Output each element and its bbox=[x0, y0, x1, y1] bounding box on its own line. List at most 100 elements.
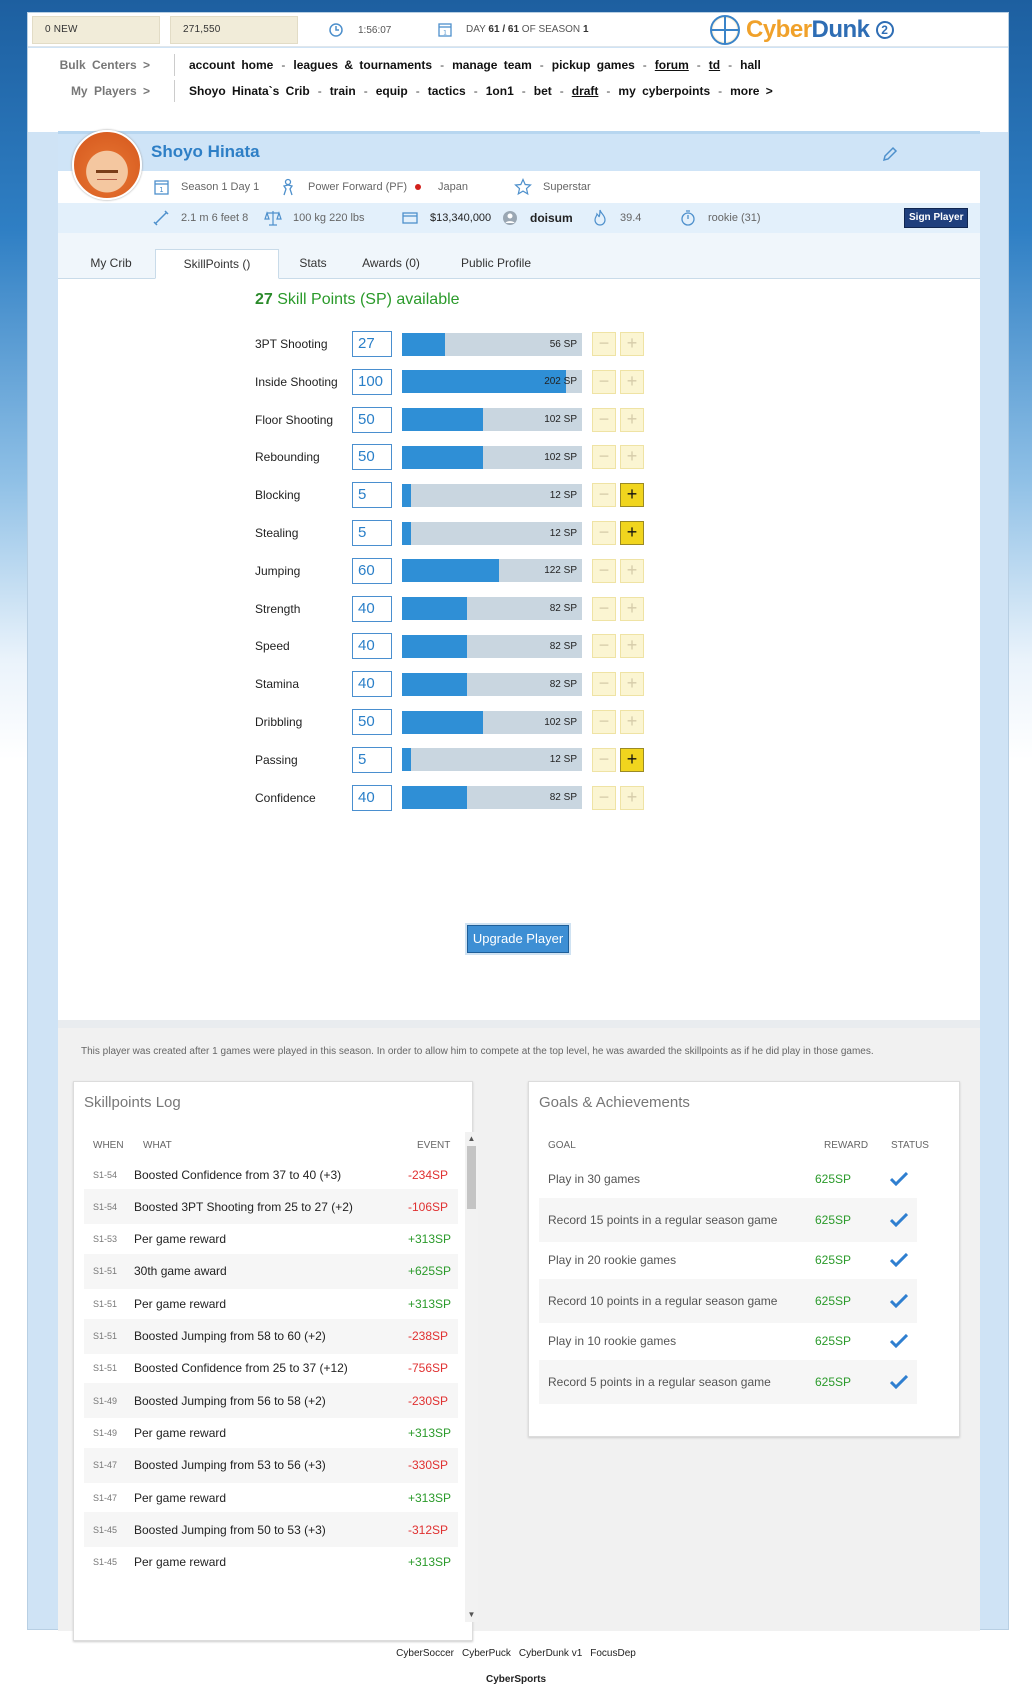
plus-icon[interactable]: + bbox=[620, 634, 644, 659]
menu-link-draft[interactable]: draft bbox=[572, 84, 599, 98]
footer-brand[interactable]: CyberSports bbox=[0, 1674, 1032, 1685]
minus-icon[interactable]: − bbox=[592, 710, 616, 734]
skill-value-field[interactable]: 50 bbox=[352, 444, 392, 471]
scroll-thumb[interactable] bbox=[467, 1146, 476, 1209]
log-scrollbar[interactable]: ▲ ▼ bbox=[465, 1132, 478, 1622]
player-info-row-2: 2.1 m 6 feet 8 100 kg 220 lbs $13,340,00… bbox=[58, 203, 980, 233]
goal-reward: 625SP bbox=[815, 1253, 852, 1267]
footer-link-focusdep[interactable]: FocusDep bbox=[590, 1648, 636, 1659]
plus-icon[interactable]: + bbox=[620, 558, 644, 583]
minus-icon[interactable]: − bbox=[592, 483, 616, 508]
skill-value-field[interactable]: 100 bbox=[352, 368, 392, 395]
menu-link-forum[interactable]: forum bbox=[655, 58, 689, 72]
menu-link-account-home[interactable]: account home bbox=[189, 58, 273, 72]
footer-link-cybersoccer[interactable]: CyberSoccer bbox=[396, 1648, 454, 1659]
plus-icon[interactable]: + bbox=[620, 332, 644, 356]
skill-value-field[interactable]: 40 bbox=[352, 671, 392, 698]
minus-icon[interactable]: − bbox=[592, 596, 616, 621]
tab-skillpoints[interactable]: SkillPoints () bbox=[155, 249, 279, 279]
menu-link-train[interactable]: train bbox=[330, 84, 356, 98]
goal-reward: 625SP bbox=[815, 1212, 852, 1227]
plus-icon[interactable]: + bbox=[620, 596, 644, 621]
menu-link-hall[interactable]: hall bbox=[740, 58, 761, 72]
skill-value-field[interactable]: 50 bbox=[352, 406, 392, 433]
plus-icon[interactable]: + bbox=[620, 483, 644, 508]
footer-link-cyberdunk-v1[interactable]: CyberDunk v1 bbox=[519, 1648, 582, 1659]
my-players-link[interactable]: My Players > bbox=[28, 84, 174, 98]
plus-icon[interactable]: + bbox=[620, 785, 644, 810]
info-owner[interactable]: doisum bbox=[500, 210, 573, 226]
minus-icon[interactable]: − bbox=[592, 672, 616, 697]
sign-player-button[interactable]: Sign Player bbox=[904, 208, 969, 228]
ruler-icon bbox=[151, 209, 171, 227]
upgrade-player-button[interactable]: Upgrade Player bbox=[467, 925, 569, 953]
goals-title: Goals & Achievements bbox=[539, 1094, 690, 1111]
scroll-up-icon[interactable]: ▲ bbox=[467, 1134, 476, 1144]
log-when: S1-54 bbox=[93, 1169, 118, 1180]
minus-icon[interactable]: − bbox=[592, 747, 616, 772]
minus-icon[interactable]: − bbox=[592, 785, 616, 810]
skill-value-field[interactable]: 40 bbox=[352, 633, 392, 660]
skill-value-field[interactable]: 40 bbox=[352, 784, 392, 811]
minus-icon[interactable]: − bbox=[592, 634, 616, 659]
menu-link-tactics[interactable]: tactics bbox=[428, 84, 466, 98]
skill-cost: 12 SP bbox=[549, 754, 577, 766]
cyberpoints-button[interactable]: 271,550 CYBERPOINTS bbox=[170, 16, 298, 61]
bulk-centers-link[interactable]: Bulk Centers > bbox=[28, 58, 174, 72]
wallet-icon bbox=[400, 211, 420, 225]
minus-icon[interactable]: − bbox=[592, 369, 616, 394]
menu-link-leagues-tournaments[interactable]: leagues & tournaments bbox=[293, 58, 432, 72]
menu-link-bet[interactable]: bet bbox=[534, 84, 552, 98]
log-what: Per game reward bbox=[134, 1296, 227, 1311]
skill-value-field[interactable]: 5 bbox=[352, 746, 392, 773]
menu-link-more[interactable]: more > bbox=[730, 84, 773, 98]
tab-public-profile[interactable]: Public Profile bbox=[438, 249, 554, 279]
notifications-button[interactable]: 0 NEW NOTIFICATIONS bbox=[32, 16, 160, 61]
goal-reward: 625SP bbox=[815, 1293, 852, 1308]
plus-icon[interactable]: + bbox=[620, 521, 644, 545]
menu-link-shoyo-hinata-s-crib[interactable]: Shoyo Hinata`s Crib bbox=[189, 84, 310, 98]
minus-icon[interactable]: − bbox=[592, 521, 616, 545]
skill-progress-bar: 102 SP bbox=[402, 445, 582, 469]
skill-value-field[interactable]: 5 bbox=[352, 520, 392, 546]
footer-link-cyberpuck[interactable]: CyberPuck bbox=[462, 1648, 511, 1659]
skill-progress-fill bbox=[402, 786, 467, 810]
log-when: S1-47 bbox=[93, 1492, 118, 1503]
skill-value-field[interactable]: 40 bbox=[352, 595, 392, 622]
menu-link-equip[interactable]: equip bbox=[376, 84, 408, 98]
minus-icon[interactable]: − bbox=[592, 407, 616, 432]
menu-link-manage-team[interactable]: manage team bbox=[452, 58, 532, 72]
minus-icon[interactable]: − bbox=[592, 445, 616, 470]
star-icon bbox=[513, 178, 533, 196]
minus-icon[interactable]: − bbox=[592, 558, 616, 583]
skill-value-field[interactable]: 50 bbox=[352, 709, 392, 735]
top-bar: 0 NEW NOTIFICATIONS 271,550 CYBERPOINTS … bbox=[28, 13, 1008, 61]
basketball-icon bbox=[710, 15, 740, 45]
skill-value-field[interactable]: 60 bbox=[352, 557, 392, 584]
minus-icon[interactable]: − bbox=[592, 332, 616, 356]
skill-progress-fill bbox=[402, 710, 483, 734]
player-name: Shoyo Hinata bbox=[151, 142, 260, 161]
skill-value-field[interactable]: 27 bbox=[352, 331, 392, 357]
menu-link-1on1[interactable]: 1on1 bbox=[486, 84, 514, 98]
player-owner[interactable]: doisum bbox=[530, 211, 573, 225]
skill-name: Passing bbox=[255, 752, 298, 767]
tab-my-crib[interactable]: My Crib bbox=[71, 249, 151, 279]
cyberdunk-logo[interactable]: CyberDunk 2 bbox=[710, 13, 894, 47]
menu-link-td[interactable]: td bbox=[709, 58, 720, 72]
menu-link-my-cyberpoints[interactable]: my cyberpoints bbox=[618, 84, 710, 98]
tab-stats[interactable]: Stats bbox=[284, 249, 342, 279]
scroll-down-icon[interactable]: ▼ bbox=[467, 1610, 476, 1620]
plus-icon[interactable]: + bbox=[620, 445, 644, 470]
plus-icon[interactable]: + bbox=[620, 747, 644, 772]
tab-awards[interactable]: Awards (0) bbox=[348, 249, 434, 279]
plus-icon[interactable]: + bbox=[620, 369, 644, 394]
edit-pencil-icon[interactable] bbox=[882, 146, 898, 167]
skill-name: Stamina bbox=[255, 677, 300, 692]
skill-value-field[interactable]: 5 bbox=[352, 482, 392, 509]
menu-link-pickup-games[interactable]: pickup games bbox=[552, 58, 635, 72]
plus-icon[interactable]: + bbox=[620, 407, 644, 432]
plus-icon[interactable]: + bbox=[620, 710, 644, 734]
log-row: S1-54 Boosted Confidence from 37 to 40 (+… bbox=[84, 1157, 458, 1192]
plus-icon[interactable]: + bbox=[620, 672, 644, 697]
